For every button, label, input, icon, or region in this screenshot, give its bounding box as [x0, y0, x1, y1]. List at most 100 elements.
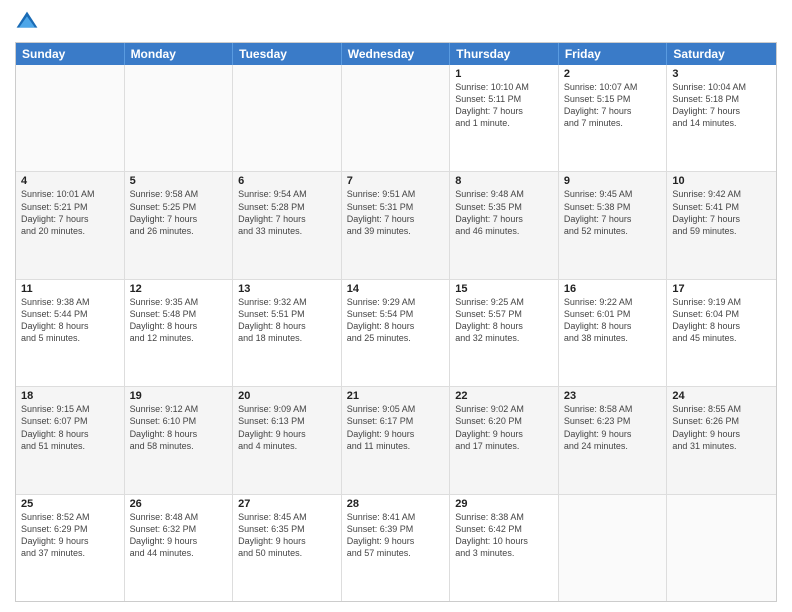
day-number: 15: [455, 283, 553, 295]
day-info: Sunrise: 9:35 AM Sunset: 5:48 PM Dayligh…: [130, 296, 228, 345]
day-number: 16: [564, 283, 662, 295]
day-header-friday: Friday: [559, 43, 668, 65]
day-info: Sunrise: 9:29 AM Sunset: 5:54 PM Dayligh…: [347, 296, 445, 345]
header: [15, 10, 777, 34]
day-info: Sunrise: 10:04 AM Sunset: 5:18 PM Daylig…: [672, 81, 771, 130]
empty-cell-0-2: [233, 65, 342, 171]
day-cell-4: 4Sunrise: 10:01 AM Sunset: 5:21 PM Dayli…: [16, 172, 125, 278]
day-number: 23: [564, 390, 662, 402]
day-info: Sunrise: 8:48 AM Sunset: 6:32 PM Dayligh…: [130, 511, 228, 560]
calendar-row-1: 4Sunrise: 10:01 AM Sunset: 5:21 PM Dayli…: [16, 172, 776, 279]
day-cell-24: 24Sunrise: 8:55 AM Sunset: 6:26 PM Dayli…: [667, 387, 776, 493]
day-header-thursday: Thursday: [450, 43, 559, 65]
day-number: 4: [21, 175, 119, 187]
day-cell-18: 18Sunrise: 9:15 AM Sunset: 6:07 PM Dayli…: [16, 387, 125, 493]
day-info: Sunrise: 9:51 AM Sunset: 5:31 PM Dayligh…: [347, 188, 445, 237]
day-cell-17: 17Sunrise: 9:19 AM Sunset: 6:04 PM Dayli…: [667, 280, 776, 386]
day-cell-21: 21Sunrise: 9:05 AM Sunset: 6:17 PM Dayli…: [342, 387, 451, 493]
day-cell-19: 19Sunrise: 9:12 AM Sunset: 6:10 PM Dayli…: [125, 387, 234, 493]
day-info: Sunrise: 9:54 AM Sunset: 5:28 PM Dayligh…: [238, 188, 336, 237]
day-number: 26: [130, 498, 228, 510]
day-number: 17: [672, 283, 771, 295]
calendar-row-3: 18Sunrise: 9:15 AM Sunset: 6:07 PM Dayli…: [16, 387, 776, 494]
calendar-body: 1Sunrise: 10:10 AM Sunset: 5:11 PM Dayli…: [16, 65, 776, 601]
day-cell-14: 14Sunrise: 9:29 AM Sunset: 5:54 PM Dayli…: [342, 280, 451, 386]
day-info: Sunrise: 9:25 AM Sunset: 5:57 PM Dayligh…: [455, 296, 553, 345]
calendar-header: SundayMondayTuesdayWednesdayThursdayFrid…: [16, 43, 776, 65]
day-info: Sunrise: 9:38 AM Sunset: 5:44 PM Dayligh…: [21, 296, 119, 345]
day-cell-28: 28Sunrise: 8:41 AM Sunset: 6:39 PM Dayli…: [342, 495, 451, 601]
day-number: 29: [455, 498, 553, 510]
day-number: 2: [564, 68, 662, 80]
day-header-saturday: Saturday: [667, 43, 776, 65]
page: SundayMondayTuesdayWednesdayThursdayFrid…: [0, 0, 792, 612]
day-cell-8: 8Sunrise: 9:48 AM Sunset: 5:35 PM Daylig…: [450, 172, 559, 278]
logo-icon: [15, 10, 39, 34]
day-number: 18: [21, 390, 119, 402]
day-number: 6: [238, 175, 336, 187]
calendar-row-2: 11Sunrise: 9:38 AM Sunset: 5:44 PM Dayli…: [16, 280, 776, 387]
day-cell-22: 22Sunrise: 9:02 AM Sunset: 6:20 PM Dayli…: [450, 387, 559, 493]
day-number: 12: [130, 283, 228, 295]
day-info: Sunrise: 9:45 AM Sunset: 5:38 PM Dayligh…: [564, 188, 662, 237]
day-info: Sunrise: 9:32 AM Sunset: 5:51 PM Dayligh…: [238, 296, 336, 345]
day-number: 11: [21, 283, 119, 295]
day-number: 8: [455, 175, 553, 187]
day-cell-12: 12Sunrise: 9:35 AM Sunset: 5:48 PM Dayli…: [125, 280, 234, 386]
day-info: Sunrise: 8:41 AM Sunset: 6:39 PM Dayligh…: [347, 511, 445, 560]
day-info: Sunrise: 8:55 AM Sunset: 6:26 PM Dayligh…: [672, 403, 771, 452]
day-info: Sunrise: 9:05 AM Sunset: 6:17 PM Dayligh…: [347, 403, 445, 452]
empty-cell-4-5: [559, 495, 668, 601]
day-number: 27: [238, 498, 336, 510]
day-cell-7: 7Sunrise: 9:51 AM Sunset: 5:31 PM Daylig…: [342, 172, 451, 278]
day-cell-3: 3Sunrise: 10:04 AM Sunset: 5:18 PM Dayli…: [667, 65, 776, 171]
logo: [15, 10, 43, 34]
day-cell-6: 6Sunrise: 9:54 AM Sunset: 5:28 PM Daylig…: [233, 172, 342, 278]
day-header-sunday: Sunday: [16, 43, 125, 65]
day-info: Sunrise: 9:15 AM Sunset: 6:07 PM Dayligh…: [21, 403, 119, 452]
day-info: Sunrise: 9:42 AM Sunset: 5:41 PM Dayligh…: [672, 188, 771, 237]
day-number: 22: [455, 390, 553, 402]
day-cell-11: 11Sunrise: 9:38 AM Sunset: 5:44 PM Dayli…: [16, 280, 125, 386]
day-number: 25: [21, 498, 119, 510]
day-header-wednesday: Wednesday: [342, 43, 451, 65]
day-info: Sunrise: 9:12 AM Sunset: 6:10 PM Dayligh…: [130, 403, 228, 452]
empty-cell-0-0: [16, 65, 125, 171]
day-cell-9: 9Sunrise: 9:45 AM Sunset: 5:38 PM Daylig…: [559, 172, 668, 278]
day-cell-10: 10Sunrise: 9:42 AM Sunset: 5:41 PM Dayli…: [667, 172, 776, 278]
day-number: 19: [130, 390, 228, 402]
day-info: Sunrise: 8:52 AM Sunset: 6:29 PM Dayligh…: [21, 511, 119, 560]
day-info: Sunrise: 8:45 AM Sunset: 6:35 PM Dayligh…: [238, 511, 336, 560]
day-info: Sunrise: 9:22 AM Sunset: 6:01 PM Dayligh…: [564, 296, 662, 345]
day-number: 28: [347, 498, 445, 510]
day-cell-29: 29Sunrise: 8:38 AM Sunset: 6:42 PM Dayli…: [450, 495, 559, 601]
day-cell-13: 13Sunrise: 9:32 AM Sunset: 5:51 PM Dayli…: [233, 280, 342, 386]
day-cell-16: 16Sunrise: 9:22 AM Sunset: 6:01 PM Dayli…: [559, 280, 668, 386]
day-number: 21: [347, 390, 445, 402]
day-number: 5: [130, 175, 228, 187]
day-info: Sunrise: 8:38 AM Sunset: 6:42 PM Dayligh…: [455, 511, 553, 560]
day-number: 20: [238, 390, 336, 402]
day-number: 13: [238, 283, 336, 295]
day-info: Sunrise: 10:10 AM Sunset: 5:11 PM Daylig…: [455, 81, 553, 130]
day-cell-15: 15Sunrise: 9:25 AM Sunset: 5:57 PM Dayli…: [450, 280, 559, 386]
day-info: Sunrise: 9:58 AM Sunset: 5:25 PM Dayligh…: [130, 188, 228, 237]
day-info: Sunrise: 9:09 AM Sunset: 6:13 PM Dayligh…: [238, 403, 336, 452]
day-number: 7: [347, 175, 445, 187]
day-info: Sunrise: 9:48 AM Sunset: 5:35 PM Dayligh…: [455, 188, 553, 237]
day-cell-26: 26Sunrise: 8:48 AM Sunset: 6:32 PM Dayli…: [125, 495, 234, 601]
day-number: 1: [455, 68, 553, 80]
calendar-row-4: 25Sunrise: 8:52 AM Sunset: 6:29 PM Dayli…: [16, 495, 776, 601]
day-number: 9: [564, 175, 662, 187]
day-number: 10: [672, 175, 771, 187]
day-info: Sunrise: 9:19 AM Sunset: 6:04 PM Dayligh…: [672, 296, 771, 345]
day-header-monday: Monday: [125, 43, 234, 65]
empty-cell-0-1: [125, 65, 234, 171]
day-cell-23: 23Sunrise: 8:58 AM Sunset: 6:23 PM Dayli…: [559, 387, 668, 493]
day-header-tuesday: Tuesday: [233, 43, 342, 65]
day-cell-25: 25Sunrise: 8:52 AM Sunset: 6:29 PM Dayli…: [16, 495, 125, 601]
day-info: Sunrise: 10:07 AM Sunset: 5:15 PM Daylig…: [564, 81, 662, 130]
day-cell-1: 1Sunrise: 10:10 AM Sunset: 5:11 PM Dayli…: [450, 65, 559, 171]
empty-cell-0-3: [342, 65, 451, 171]
day-number: 14: [347, 283, 445, 295]
